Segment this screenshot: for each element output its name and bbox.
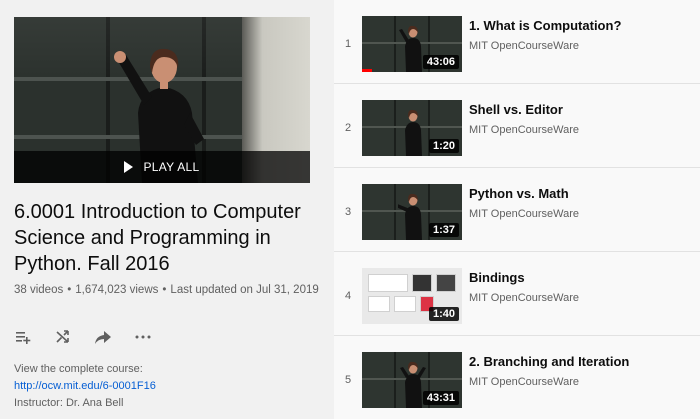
channel-name[interactable]: MIT OpenCourseWare <box>469 124 694 136</box>
playlist-sidebar: PLAY ALL 6.0001 Introduction to Computer… <box>0 0 334 419</box>
item-index: 4 <box>344 290 352 302</box>
duration-badge: 43:06 <box>422 55 459 69</box>
channel-name[interactable]: MIT OpenCourseWare <box>469 292 694 304</box>
shuffle-icon[interactable] <box>54 328 72 346</box>
video-title[interactable]: 2. Branching and Iteration <box>469 353 694 371</box>
playlist-item[interactable]: 5 43:31 2. Branching and Iteration MIT O… <box>334 336 700 419</box>
video-count: 38 videos <box>14 284 64 296</box>
share-icon[interactable] <box>94 328 112 346</box>
playlist-stats: 38 videos • 1,674,023 views • Last updated o… <box>14 284 319 296</box>
video-thumbnail[interactable]: 43:31 <box>362 352 462 408</box>
video-thumbnail[interactable]: 1:37 <box>362 184 462 240</box>
duration-badge: 1:20 <box>428 139 459 153</box>
instructor-text: Instructor: Dr. Ana Bell <box>14 397 124 409</box>
play-all-label: PLAY ALL <box>143 160 200 174</box>
lecturer-image <box>398 193 422 240</box>
view-count: 1,674,023 views <box>75 284 159 296</box>
description-text: View the complete course: <box>14 363 143 375</box>
item-index: 5 <box>344 374 352 386</box>
video-thumbnail[interactable]: 43:06 <box>362 16 462 72</box>
video-title[interactable]: 1. What is Computation? <box>469 17 694 35</box>
playlist-hero-thumbnail[interactable]: PLAY ALL <box>14 17 310 183</box>
playlist-item[interactable]: 1 43:06 1. What is Computation? MIT Open… <box>334 0 700 84</box>
playlist-item[interactable]: 4 1:40 Bindings MIT OpenCourseWare <box>334 252 700 336</box>
play-all-button[interactable]: PLAY ALL <box>14 151 310 183</box>
channel-name[interactable]: MIT OpenCourseWare <box>469 208 694 220</box>
playlist-page: PLAY ALL 6.0001 Introduction to Computer… <box>0 0 700 419</box>
playlist-item[interactable]: 2 1:20 Shell vs. Editor MIT OpenCourseWa… <box>334 84 700 168</box>
item-index: 1 <box>344 38 352 50</box>
channel-name[interactable]: MIT OpenCourseWare <box>469 376 694 388</box>
course-link[interactable]: http://ocw.mit.edu/6-0001F16 <box>14 380 156 392</box>
channel-name[interactable]: MIT OpenCourseWare <box>469 40 694 52</box>
lecturer-image <box>405 109 422 156</box>
video-title[interactable]: Bindings <box>469 269 694 287</box>
playlist-item[interactable]: 3 1:37 Python vs. Math MIT OpenCourseWar… <box>334 168 700 252</box>
video-thumbnail[interactable]: 1:20 <box>362 100 462 156</box>
video-title[interactable]: Shell vs. Editor <box>469 101 694 119</box>
more-options-icon[interactable] <box>134 328 152 346</box>
playlist-actions <box>14 327 152 347</box>
play-icon <box>124 161 134 173</box>
duration-badge: 1:37 <box>428 223 459 237</box>
playlist-title[interactable]: 6.0001 Introduction to Computer Science … <box>14 199 324 277</box>
watch-progress-bar <box>362 69 372 72</box>
playlist-description: View the complete course: http://ocw.mit… <box>14 361 156 412</box>
last-updated: Last updated on Jul 31, 2019 <box>170 284 319 296</box>
duration-badge: 1:40 <box>428 307 459 321</box>
item-index: 2 <box>344 122 352 134</box>
duration-badge: 43:31 <box>422 391 459 405</box>
playlist-video-list: 1 43:06 1. What is Computation? MIT Open… <box>334 0 700 419</box>
video-title[interactable]: Python vs. Math <box>469 185 694 203</box>
video-thumbnail[interactable]: 1:40 <box>362 268 462 324</box>
add-to-queue-icon[interactable] <box>14 328 32 346</box>
item-index: 3 <box>344 206 352 218</box>
